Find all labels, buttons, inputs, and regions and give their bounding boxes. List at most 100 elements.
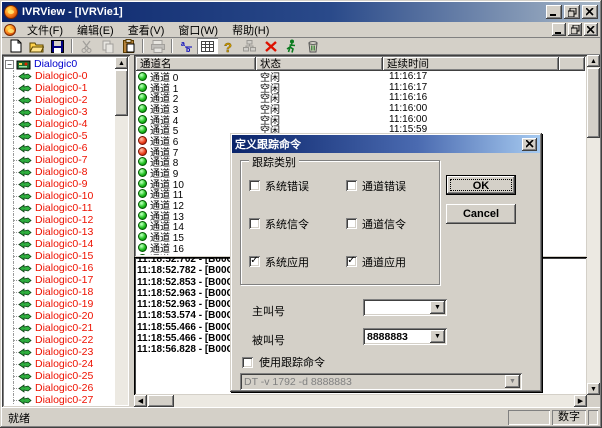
tree-item[interactable]: Dialogic0-21 bbox=[5, 322, 115, 334]
tree-item[interactable]: Dialogic0-8 bbox=[5, 166, 115, 178]
trace-checkbox[interactable]: 系统错误 bbox=[249, 179, 346, 192]
trace-checkbox[interactable]: 通道错误 bbox=[346, 179, 439, 192]
tree-item[interactable]: Dialogic0-6 bbox=[5, 142, 115, 154]
tree-item[interactable]: Dialogic0-4 bbox=[5, 118, 115, 130]
app-icon[interactable] bbox=[4, 5, 18, 19]
tree-root[interactable]: − Dialogic0 bbox=[5, 58, 115, 70]
minimize-button[interactable] bbox=[546, 5, 562, 19]
open-folder-icon[interactable] bbox=[26, 38, 47, 54]
cancel-button[interactable]: Cancel bbox=[446, 204, 516, 224]
tree-item[interactable]: Dialogic0-11 bbox=[5, 202, 115, 214]
scroll-up-icon[interactable]: ▲ bbox=[115, 57, 128, 69]
copy-icon[interactable] bbox=[97, 38, 118, 54]
column-header-duration[interactable]: 延续时间 bbox=[383, 57, 559, 71]
tree-item[interactable]: Dialogic0-17 bbox=[5, 274, 115, 286]
tree-item[interactable]: Dialogic0-26 bbox=[5, 382, 115, 394]
delete-icon[interactable] bbox=[260, 38, 281, 54]
status-panel-corner bbox=[588, 410, 598, 425]
ab-field-icon[interactable]: ab bbox=[176, 38, 197, 54]
print-icon[interactable] bbox=[147, 38, 168, 54]
scrollbar-thumb[interactable] bbox=[115, 70, 128, 116]
scrollbar-thumb[interactable] bbox=[587, 68, 600, 138]
paste-icon[interactable] bbox=[118, 38, 139, 54]
trace-checkbox[interactable]: 系统应用 bbox=[249, 255, 346, 268]
help-icon[interactable]: ? bbox=[218, 38, 239, 54]
tree-item-label: Dialogic0-7 bbox=[35, 154, 88, 166]
tree-item[interactable]: Dialogic0-0 bbox=[5, 70, 115, 82]
scroll-down-icon[interactable]: ▼ bbox=[587, 383, 600, 395]
tree-item[interactable]: Dialogic0-20 bbox=[5, 310, 115, 322]
restore-button[interactable] bbox=[564, 5, 580, 19]
caller-number-combo[interactable]: ▼ bbox=[363, 299, 447, 316]
tree-item[interactable]: Dialogic0-27 bbox=[5, 394, 115, 405]
tree-item[interactable]: Dialogic0-7 bbox=[5, 154, 115, 166]
ok-button[interactable]: OK bbox=[446, 175, 516, 195]
menu-item[interactable]: 窗口(W) bbox=[171, 24, 225, 38]
scroll-left-icon[interactable]: ◀ bbox=[134, 395, 147, 407]
chevron-down-icon[interactable]: ▼ bbox=[430, 301, 445, 314]
tree-item[interactable]: Dialogic0-18 bbox=[5, 286, 115, 298]
menu-item[interactable]: 帮助(H) bbox=[225, 24, 276, 38]
column-header-name[interactable]: 通道名 bbox=[136, 57, 256, 71]
checkbox-label: 系统错误 bbox=[265, 178, 309, 194]
new-document-icon[interactable] bbox=[5, 38, 26, 54]
checkbox-icon[interactable] bbox=[249, 256, 260, 267]
tree-item[interactable]: Dialogic0-24 bbox=[5, 358, 115, 370]
tree-item[interactable]: Dialogic0-10 bbox=[5, 190, 115, 202]
org-tree-icon[interactable] bbox=[239, 38, 260, 54]
checkbox-icon[interactable] bbox=[346, 218, 357, 229]
list-vertical-scrollbar[interactable]: ▲ ▼ bbox=[587, 55, 600, 395]
tree-item[interactable]: Dialogic0-12 bbox=[5, 214, 115, 226]
tree-item[interactable]: Dialogic0-5 bbox=[5, 130, 115, 142]
save-icon[interactable] bbox=[47, 38, 68, 54]
checkbox-icon[interactable] bbox=[249, 180, 260, 191]
child-minimize-button[interactable] bbox=[552, 23, 566, 36]
checkbox-icon[interactable] bbox=[242, 357, 253, 368]
tree-item[interactable]: Dialogic0-9 bbox=[5, 178, 115, 190]
trace-checkbox[interactable]: 系统信令 bbox=[249, 217, 346, 230]
horizontal-scrollbar[interactable]: ◀ ▶ bbox=[134, 395, 587, 407]
dialog-title-bar[interactable]: 定义跟踪命令 bbox=[232, 135, 540, 153]
close-button[interactable] bbox=[582, 5, 598, 19]
tree-scrollbar[interactable]: ▲ ▼ bbox=[115, 57, 128, 405]
checkbox-icon[interactable] bbox=[346, 180, 357, 191]
checkbox-icon[interactable] bbox=[249, 218, 260, 229]
trace-checkbox[interactable]: 通道应用 bbox=[346, 255, 439, 268]
tree-item[interactable]: Dialogic0-22 bbox=[5, 334, 115, 346]
checkbox-icon[interactable] bbox=[346, 256, 357, 267]
cut-icon[interactable] bbox=[76, 38, 97, 54]
tree-item[interactable]: Dialogic0-15 bbox=[5, 250, 115, 262]
mdi-child-icon[interactable] bbox=[4, 24, 16, 36]
tree-item[interactable]: Dialogic0-1 bbox=[5, 82, 115, 94]
tree-item-label: Dialogic0-5 bbox=[35, 130, 88, 142]
chevron-down-icon[interactable]: ▼ bbox=[430, 330, 445, 343]
tree-item[interactable]: Dialogic0-19 bbox=[5, 298, 115, 310]
column-header-status[interactable]: 状态 bbox=[256, 57, 383, 71]
menu-item[interactable]: 编辑(E) bbox=[70, 24, 121, 38]
grid-view-icon[interactable] bbox=[197, 38, 218, 54]
scroll-up-icon[interactable]: ▲ bbox=[587, 55, 600, 67]
scrollbar-thumb[interactable] bbox=[148, 395, 174, 407]
recycle-bin-icon[interactable] bbox=[302, 38, 323, 54]
callee-number-combo[interactable]: 8888883 ▼ bbox=[363, 328, 447, 345]
tree-item[interactable]: Dialogic0-3 bbox=[5, 106, 115, 118]
menu-item[interactable]: 文件(F) bbox=[20, 24, 70, 38]
tree-item[interactable]: Dialogic0-23 bbox=[5, 346, 115, 358]
use-trace-checkbox[interactable]: 使用跟踪命令 bbox=[242, 354, 325, 370]
dialog-close-icon[interactable] bbox=[522, 138, 537, 151]
tree-item[interactable]: Dialogic0-2 bbox=[5, 94, 115, 106]
tree-item[interactable]: Dialogic0-25 bbox=[5, 370, 115, 382]
trace-checkbox[interactable]: 通道信令 bbox=[346, 217, 439, 230]
tree-item[interactable]: Dialogic0-14 bbox=[5, 238, 115, 250]
child-close-button[interactable] bbox=[584, 23, 598, 36]
collapse-icon[interactable]: − bbox=[5, 60, 14, 69]
column-header-empty[interactable] bbox=[559, 57, 585, 71]
menu-item[interactable]: 查看(V) bbox=[121, 24, 172, 38]
define-trace-dialog: 定义跟踪命令 跟踪类别 系统错误 通道错误 系统信令 通道信令 bbox=[230, 133, 542, 392]
channel-device-icon bbox=[19, 264, 32, 273]
tree-item[interactable]: Dialogic0-13 bbox=[5, 226, 115, 238]
scroll-right-icon[interactable]: ▶ bbox=[574, 395, 587, 407]
run-icon[interactable] bbox=[281, 38, 302, 54]
tree-item[interactable]: Dialogic0-16 bbox=[5, 262, 115, 274]
child-restore-button[interactable] bbox=[568, 23, 582, 36]
